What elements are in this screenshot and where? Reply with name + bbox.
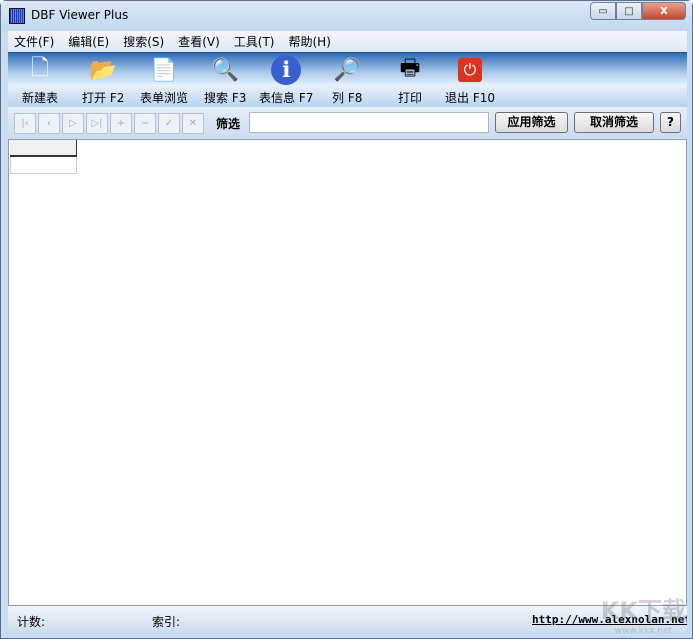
print-label: 打印 (397, 91, 422, 105)
data-grid[interactable] (8, 139, 687, 606)
filter-bar: |‹ ‹ ▷ ▷| + − ✓ ✕ 筛选 应用筛选 取消筛选 ? (8, 107, 687, 139)
nav-first-button[interactable]: |‹ (14, 113, 36, 134)
nav-prev-button[interactable]: ‹ (38, 113, 60, 134)
nav-last-button[interactable]: ▷| (86, 113, 108, 134)
cancel-filter-button[interactable]: 取消筛选 (574, 112, 654, 133)
printer-icon: 🖶 (399, 56, 421, 81)
filter-label: 筛选 (216, 117, 241, 131)
filter-input[interactable] (249, 112, 489, 133)
toolbar: 🗋 新建表 📂 打开 F2 📄 表单浏览 🔍 搜索 F3 ℹ 表信息 F7 🔎 列 F8 🖶… (8, 52, 687, 107)
menu-bar: 文件(F) 编辑(E) 搜索(S) 查看(V) 工具(T) 帮助(H) (8, 31, 687, 52)
menu-edit[interactable]: 编辑(E) (68, 33, 109, 50)
grid-header-cell[interactable] (10, 140, 77, 157)
open-label: 打开 F2 (82, 91, 125, 105)
nav-cancel-button[interactable]: ✕ (182, 113, 204, 134)
form-browse-label: 表单浏览 (140, 91, 189, 105)
record-count-label: 计数: (17, 615, 46, 629)
exit-button[interactable]: ⏻ 退出 F10 (445, 55, 495, 106)
website-link[interactable]: http://www.alexnolan.net (532, 613, 687, 626)
info-icon: ℹ (271, 55, 302, 85)
app-window: DBF Viewer Plus ▭ □ X 文件(F) 编辑(E) 搜索(S) … (0, 0, 693, 639)
menu-view[interactable]: 查看(V) (178, 33, 220, 50)
nav-insert-button[interactable]: + (110, 113, 132, 134)
nav-next-button[interactable]: ▷ (62, 113, 84, 134)
exit-icon: ⏻ (458, 58, 482, 82)
index-label: 索引: (152, 615, 181, 629)
grid-cell[interactable] (10, 157, 77, 174)
exit-label: 退出 F10 (445, 91, 495, 105)
nav-post-button[interactable]: ✓ (158, 113, 180, 134)
search-label: 搜索 F3 (204, 91, 247, 105)
close-button[interactable]: X (642, 2, 686, 20)
menu-search[interactable]: 搜索(S) (123, 33, 164, 50)
title-bar: DBF Viewer Plus ▭ □ X (1, 1, 692, 31)
minimize-button[interactable]: ▭ (590, 2, 616, 20)
status-bar: 计数: 索引: http://www.alexnolan.net (8, 606, 687, 633)
print-button[interactable]: 🖶 打印 (395, 55, 425, 106)
search-button[interactable]: 🔍 搜索 F3 (204, 55, 246, 106)
menu-help[interactable]: 帮助(H) (289, 33, 331, 50)
menu-file[interactable]: 文件(F) (14, 33, 54, 50)
table-info-button[interactable]: ℹ 表信息 F7 (259, 55, 313, 106)
columns-button[interactable]: 🔎 列 F8 (332, 55, 362, 106)
folder-open-icon: 📂 (89, 57, 117, 83)
form-browse-button[interactable]: 📄 表单浏览 (140, 55, 188, 106)
new-table-icon: 🗋 (31, 56, 49, 81)
new-table-button[interactable]: 🗋 新建表 (22, 55, 58, 106)
apply-filter-button[interactable]: 应用筛选 (495, 112, 568, 133)
columns-label: 列 F8 (332, 91, 363, 105)
columns-icon: 🔎 (333, 57, 361, 83)
nav-delete-button[interactable]: − (134, 113, 156, 134)
open-button[interactable]: 📂 打开 F2 (82, 55, 124, 106)
menu-tools[interactable]: 工具(T) (234, 33, 275, 50)
maximize-button[interactable]: □ (616, 2, 642, 20)
form-browse-icon: 📄 (150, 57, 178, 83)
new-table-label: 新建表 (22, 91, 59, 105)
help-button[interactable]: ? (660, 112, 681, 133)
window-title: DBF Viewer Plus (31, 8, 129, 22)
table-info-label: 表信息 F7 (259, 91, 314, 105)
search-icon: 🔍 (211, 57, 239, 83)
dbf-app-icon (9, 8, 25, 24)
